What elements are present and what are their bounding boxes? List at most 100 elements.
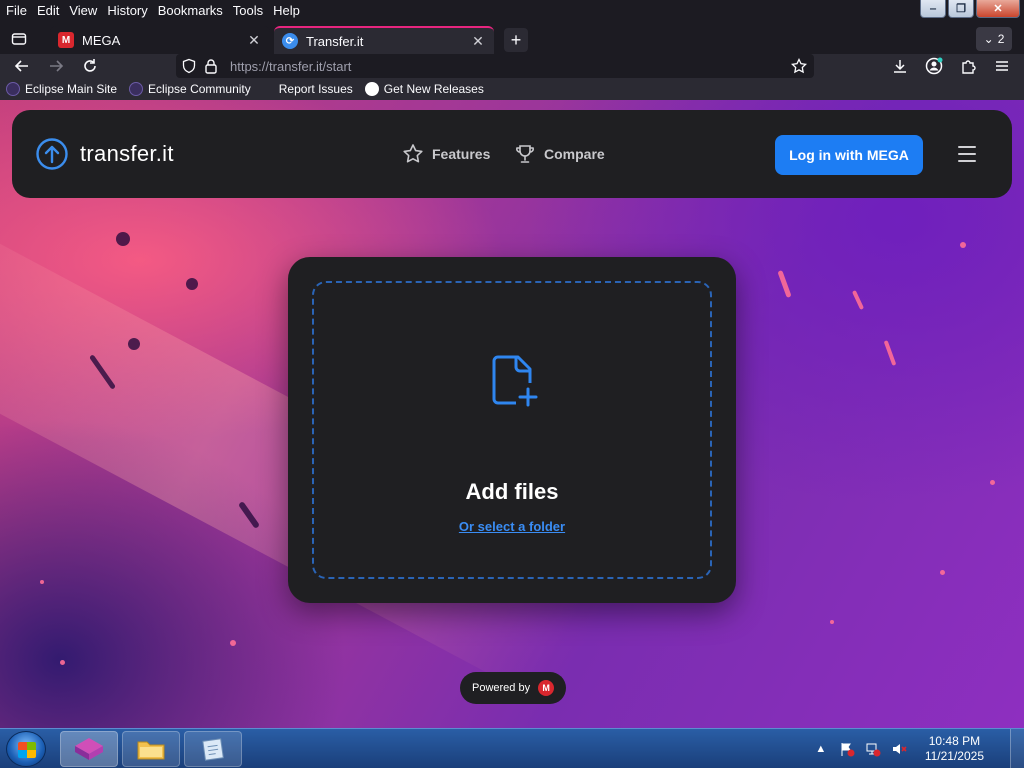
action-center-flag-icon[interactable] xyxy=(839,741,855,757)
taskbar-app-eclipse[interactable] xyxy=(60,731,118,767)
menu-bookmarks[interactable]: Bookmarks xyxy=(154,0,227,22)
menu-file[interactable]: File xyxy=(2,0,31,22)
site-header: transfer.it Features Compare Log in with… xyxy=(12,110,1012,198)
upload-card: Add files Or select a folder xyxy=(288,257,736,603)
menu-view[interactable]: View xyxy=(65,0,101,22)
tab-strip: M MEGA ✕ ⟳ Transfer.it ✕ + ⌄ 2 xyxy=(0,22,1024,54)
account-button[interactable] xyxy=(922,54,946,78)
extensions-button[interactable] xyxy=(956,54,980,78)
close-tab-icon[interactable]: ✕ xyxy=(246,32,262,48)
background-droplet xyxy=(116,232,130,246)
background-droplet xyxy=(851,290,865,310)
clock-time: 10:48 PM xyxy=(928,734,981,748)
reload-icon xyxy=(84,59,96,72)
shield-icon[interactable] xyxy=(180,57,198,75)
navigation-bar: https://transfer.it/start xyxy=(0,54,1024,78)
tab-transfer[interactable]: ⟳ Transfer.it ✕ xyxy=(274,26,494,54)
close-tab-icon[interactable]: ✕ xyxy=(470,33,486,49)
url-bar[interactable]: https://transfer.it/start xyxy=(176,54,814,78)
lock-icon[interactable] xyxy=(202,57,220,75)
background-droplet xyxy=(883,340,897,366)
bookmark-get-new-releases[interactable]: Get New Releases xyxy=(364,82,484,96)
eclipse-icon xyxy=(129,82,144,96)
file-dropzone[interactable]: Add files Or select a folder xyxy=(312,281,712,579)
nav-features[interactable]: Features xyxy=(402,143,490,165)
background-droplet xyxy=(940,570,945,575)
reload-button[interactable] xyxy=(78,54,102,78)
menu-bar: File Edit View History Bookmarks Tools H… xyxy=(0,0,1024,22)
show-desktop-button[interactable] xyxy=(1010,729,1024,768)
background-droplet xyxy=(960,242,966,248)
taskbar-app-notepad[interactable] xyxy=(184,731,242,767)
select-folder-link[interactable]: Or select a folder xyxy=(314,519,710,534)
forward-arrow-icon xyxy=(50,60,64,72)
window-controls: ‒ ❐ ✕ xyxy=(920,0,1020,18)
github-icon xyxy=(364,82,379,96)
minimize-button[interactable]: ‒ xyxy=(920,0,946,18)
bookmark-label: Eclipse Main Site xyxy=(25,82,118,96)
bookmark-eclipse-main-site[interactable]: Eclipse Main Site xyxy=(6,82,117,96)
tab-list-button[interactable] xyxy=(6,27,32,51)
new-tab-button[interactable]: + xyxy=(504,28,528,52)
tab-title: Transfer.it xyxy=(306,33,364,49)
tab-count: 2 xyxy=(997,32,1005,46)
puzzle-icon xyxy=(962,60,976,74)
add-file-icon xyxy=(492,355,538,407)
menu-help[interactable]: Help xyxy=(269,0,304,22)
bookmark-eclipse-community[interactable]: Eclipse Community xyxy=(129,82,251,96)
hamburger-icon xyxy=(996,61,1008,71)
download-icon xyxy=(894,60,906,73)
account-icon xyxy=(925,57,943,75)
back-button[interactable] xyxy=(10,54,34,78)
tab-title: MEGA xyxy=(82,32,121,48)
folder-icon xyxy=(137,741,165,760)
powered-by-badge[interactable]: Powered by M xyxy=(460,672,567,704)
taskbar-app-explorer[interactable] xyxy=(122,731,180,767)
system-clock[interactable]: 10:48 PM 11/21/2025 xyxy=(925,734,984,764)
mega-favicon-icon: M xyxy=(58,32,74,48)
url-text[interactable]: https://transfer.it/start xyxy=(230,59,351,74)
login-with-mega-button[interactable]: Log in with MEGA xyxy=(775,135,923,175)
background-droplet xyxy=(40,580,44,584)
nav-label: Compare xyxy=(544,146,605,162)
show-hidden-icons-icon[interactable]: ▲ xyxy=(813,741,829,757)
tab-overview-button[interactable]: ⌄ 2 xyxy=(976,27,1012,51)
maximize-button[interactable]: ❐ xyxy=(948,0,974,18)
trophy-icon xyxy=(516,145,534,163)
background-droplet xyxy=(990,480,995,485)
forward-button[interactable] xyxy=(44,54,68,78)
volume-muted-icon[interactable] xyxy=(891,741,907,757)
windows-taskbar: ▲ 10:48 PM 11/21/2025 xyxy=(0,728,1024,768)
clock-date: 11/21/2025 xyxy=(924,749,984,763)
menu-history[interactable]: History xyxy=(103,0,151,22)
start-button[interactable] xyxy=(6,731,46,767)
bookmark-star-icon[interactable] xyxy=(790,57,808,75)
mega-logo-icon: M xyxy=(538,680,555,696)
logo-text: transfer.it xyxy=(80,141,174,166)
upload-arrow-icon xyxy=(36,138,68,170)
background-droplet xyxy=(128,338,140,350)
bookmark-label: Report Issues xyxy=(278,82,353,96)
downloads-button[interactable] xyxy=(888,54,912,78)
menu-edit[interactable]: Edit xyxy=(33,0,63,22)
eclipse-app-icon xyxy=(75,738,103,760)
nav-label: Features xyxy=(432,146,491,162)
network-icon[interactable] xyxy=(865,741,881,757)
back-arrow-icon xyxy=(14,60,28,72)
bookmarks-toolbar: Eclipse Main Site Eclipse Community Repo… xyxy=(0,78,1024,100)
nav-compare[interactable]: Compare xyxy=(514,143,605,165)
tab-mega[interactable]: M MEGA ✕ xyxy=(50,26,270,54)
system-tray: ▲ 10:48 PM 11/21/2025 xyxy=(813,733,984,765)
site-menu-icon[interactable] xyxy=(958,146,976,162)
background-droplet xyxy=(777,269,792,299)
background-droplet xyxy=(830,620,834,624)
menu-tools[interactable]: Tools xyxy=(229,0,267,22)
chevron-down-icon: ⌄ xyxy=(983,32,994,46)
powered-by-label: Powered by xyxy=(472,682,531,694)
bookmark-label: Get New Releases xyxy=(383,82,484,96)
bookmark-report-issues[interactable]: Report Issues xyxy=(279,82,353,96)
transfer-logo[interactable]: transfer.it xyxy=(36,138,174,170)
app-menu-button[interactable] xyxy=(990,54,1014,78)
background-droplet xyxy=(230,640,236,646)
close-window-button[interactable]: ✕ xyxy=(976,0,1020,18)
